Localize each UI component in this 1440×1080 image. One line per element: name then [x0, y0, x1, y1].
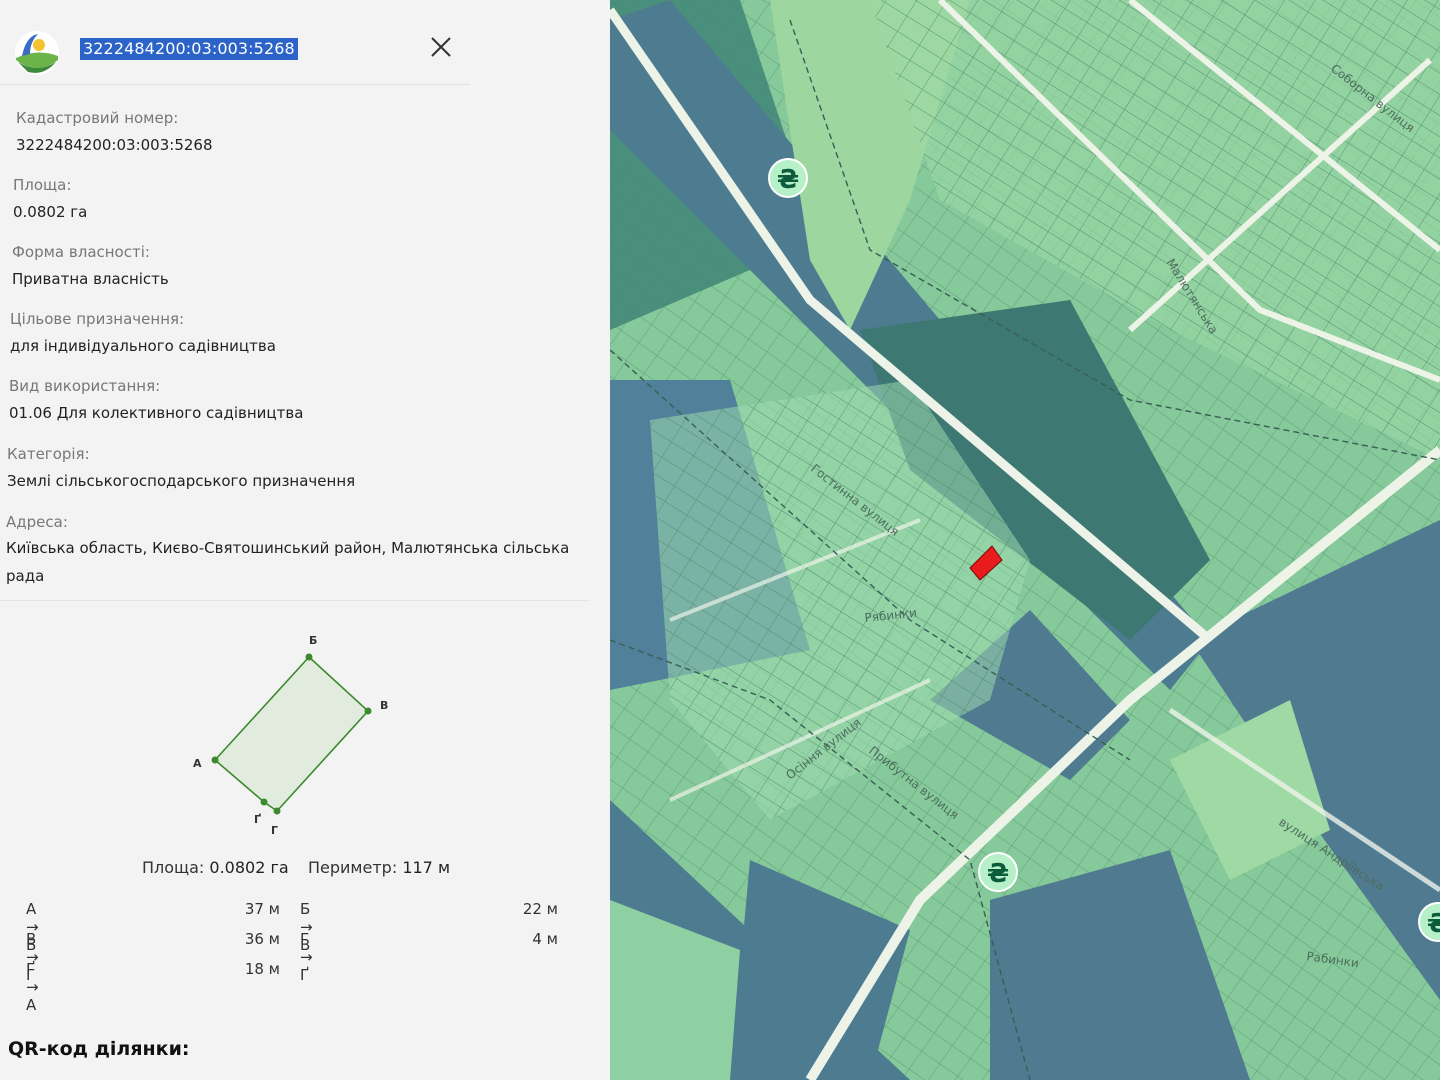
category-label: Категорія:	[7, 445, 90, 463]
cadastral-number-label: Кадастровий номер:	[16, 109, 179, 127]
search-input[interactable]: 3222484200:03:003:5268	[80, 38, 298, 60]
shape-perimeter-label: Периметр:	[308, 858, 398, 877]
side-length: 37 м	[244, 900, 280, 918]
currency-symbol: ₴	[1427, 909, 1440, 939]
side-name: Г → Ґ	[300, 930, 313, 984]
vertex-gg-label: Ґ	[254, 813, 261, 826]
vertex-g-label: Г	[271, 824, 278, 837]
usage-value: 01.06 Для колективного садівництва	[9, 404, 304, 422]
shape-perimeter-summary: Периметр: 117 м	[308, 858, 450, 877]
side-length: 22 м	[522, 900, 558, 918]
currency-symbol: ₴	[987, 859, 1009, 889]
currency-symbol: ₴	[777, 165, 799, 195]
parcel-info-panel: 3222484200:03:003:5268 Кадастровий номер…	[0, 0, 610, 1080]
vertex-g-point	[273, 807, 281, 815]
ownership-label: Форма власності:	[12, 243, 150, 261]
hryvnia-icon[interactable]: ₴	[768, 158, 808, 198]
address-value: Київська область, Києво-Святошинський ра…	[6, 539, 570, 585]
purpose-label: Цільове призначення:	[10, 310, 185, 328]
usage-field: Вид використання: 01.06 Для колективного…	[9, 376, 303, 423]
section-divider	[0, 600, 590, 601]
shape-area-label: Площа:	[142, 858, 205, 877]
parcel-outline	[213, 655, 370, 813]
hryvnia-icon[interactable]: ₴	[978, 852, 1018, 892]
cadastral-number-value: 3222484200:03:003:5268	[16, 136, 213, 154]
vertex-v-point	[364, 707, 372, 715]
area-field: Площа: 0.0802 га	[13, 175, 87, 222]
ownership-value: Приватна власність	[12, 270, 169, 288]
ownership-field: Форма власності: Приватна власність	[12, 242, 169, 289]
purpose-field: Цільове призначення: для індивідуального…	[10, 309, 276, 356]
purpose-value: для індивідуального садівництва	[10, 337, 276, 355]
area-label: Площа:	[13, 176, 72, 194]
shape-area-summary: Площа: 0.0802 га	[142, 858, 289, 877]
parcel-shape-diagram: А Б В Г Ґ	[193, 634, 388, 837]
category-field: Категорія: Землі сільськогосподарського …	[7, 444, 355, 491]
land-cadastre-logo-icon	[15, 31, 59, 75]
cadastral-map[interactable]: Соборна вулиця Малютянська Гостинна вули…	[610, 0, 1440, 1080]
panel-header: 3222484200:03:003:5268	[0, 0, 610, 90]
map-canvas[interactable]: Соборна вулиця Малютянська Гостинна вули…	[610, 0, 1440, 1080]
vertex-v-label: В	[380, 699, 388, 712]
address-label: Адреса:	[6, 513, 68, 531]
vertex-b-point	[305, 653, 313, 661]
header-divider	[0, 84, 470, 85]
shape-area-value: 0.0802 га	[209, 858, 289, 877]
side-length: 36 м	[244, 930, 280, 948]
usage-label: Вид використання:	[9, 377, 161, 395]
area-value: 0.0802 га	[13, 203, 88, 221]
qr-code-title: QR-код ділянки:	[8, 1038, 190, 1060]
close-icon[interactable]	[428, 34, 454, 60]
cadastral-number-field: Кадастровий номер: 3222484200:03:003:526…	[16, 108, 213, 155]
vertex-b-label: Б	[309, 634, 317, 647]
side-length: 18 м	[244, 960, 280, 978]
side-length: 4 м	[532, 930, 558, 948]
category-value: Землі сільськогосподарського призначення	[7, 472, 356, 490]
vertex-a-label: А	[193, 757, 202, 770]
address-field: Адреса: Київська область, Києво-Святошин…	[6, 512, 576, 590]
vertex-gg-point	[260, 798, 268, 806]
side-name: Ґ → А	[26, 960, 39, 1014]
vertex-a-point	[211, 756, 219, 764]
shape-perimeter-value: 117 м	[402, 858, 451, 877]
